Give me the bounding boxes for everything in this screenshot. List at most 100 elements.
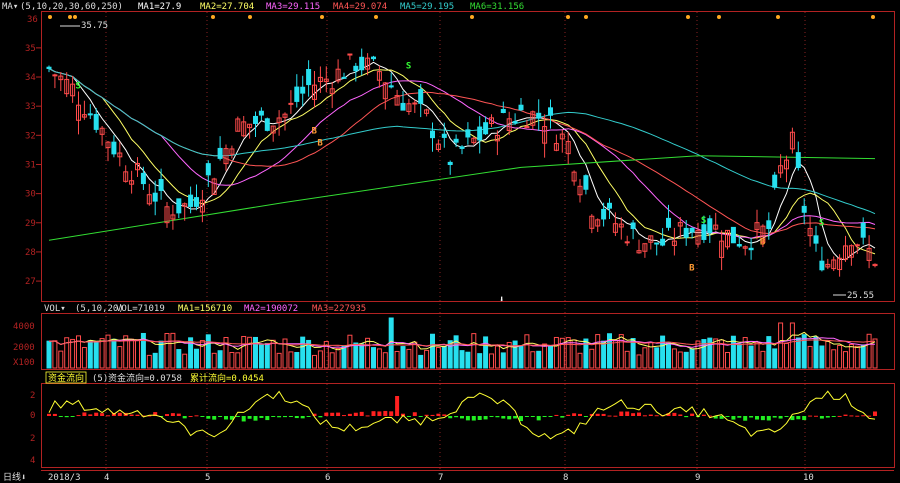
flow-bar: [725, 416, 730, 417]
flow-bar: [212, 416, 217, 420]
event-dot: [584, 15, 588, 19]
volume-y-axis: 4000 2000 X100: [13, 322, 35, 368]
volume-bar: [406, 348, 412, 369]
candle-body: [288, 102, 294, 105]
candle-body: [347, 53, 353, 56]
legend-vol-ma2: MA2=190072: [244, 304, 298, 314]
flow-bar: [235, 416, 240, 417]
candle-body: [158, 179, 164, 191]
volume-bar: [772, 348, 778, 369]
flow-bar: [283, 416, 287, 418]
flow-bar: [873, 411, 877, 416]
period-selector[interactable]: 日线⬇: [3, 471, 26, 483]
volume-bar: [660, 335, 666, 369]
candle-body: [736, 244, 742, 247]
stock-chart-window: MA▾ (5,10,20,30,60,250) MA1=27.9 MA2=27.…: [0, 0, 900, 483]
volume-bar: [117, 346, 123, 369]
flow-bar: [648, 414, 653, 416]
volume-bar: [477, 353, 483, 369]
volume-bar: [441, 345, 447, 369]
candle-body: [93, 113, 99, 130]
flow-bar: [224, 416, 228, 420]
volume-bar: [494, 345, 500, 369]
flow-bar: [513, 416, 518, 419]
chart-canvas[interactable]: MA▾ (5,10,20,30,60,250) MA1=27.9 MA2=27.…: [0, 0, 900, 483]
candle-body: [512, 121, 518, 124]
legend-ma-menu[interactable]: MA▾: [2, 2, 18, 12]
flow-bar: [578, 413, 582, 416]
volume-bar: [671, 348, 677, 369]
flow-bar: [347, 413, 352, 416]
volume-bar: [819, 345, 825, 369]
event-dot: [374, 15, 378, 19]
legend-vol-menu[interactable]: VOL▾: [44, 304, 66, 314]
flow-bar: [837, 415, 842, 417]
volume-bar: [205, 334, 211, 369]
buy-signal: B: [689, 264, 695, 274]
candle-body: [441, 133, 447, 138]
flow-bar: [76, 415, 81, 417]
volume-legend: VOL▾ (5,10,20) VOL=71019 MA1=156710 MA2=…: [44, 304, 366, 314]
event-dot: [48, 15, 52, 19]
volume-bar: [624, 350, 630, 369]
candle-body: [388, 85, 394, 88]
flow-bar: [430, 414, 435, 416]
volume-bar: [825, 340, 831, 369]
flow-bar: [64, 416, 69, 418]
x-tick-label: 2018/3: [48, 473, 81, 483]
flow-bar: [265, 416, 270, 421]
volume-bar: [46, 340, 52, 369]
y-tick-label: 28: [25, 248, 36, 258]
legend-flow-menu[interactable]: 资金流向: [48, 372, 84, 384]
flow-bar: [188, 415, 193, 417]
flow-bar: [672, 412, 677, 416]
high-annotation: 35.75: [60, 21, 108, 31]
volume-bar: [636, 354, 642, 369]
volume-bar: [618, 334, 624, 369]
sell-signal: S: [406, 61, 411, 71]
volume-bar: [223, 337, 229, 369]
volume-bar: [565, 337, 571, 369]
volume-bar: [258, 344, 264, 369]
candle-body: [607, 202, 612, 209]
price-y-axis: 36 35 34 33 32 31 30 29 28 27: [25, 15, 41, 287]
event-dot: [68, 15, 72, 19]
candle-body: [654, 242, 660, 245]
volume-bar: [689, 348, 695, 369]
x-tick-label: 10: [803, 473, 814, 483]
volume-bar: [577, 352, 583, 369]
scroll-arrow-icon[interactable]: ⬇: [499, 295, 504, 305]
flow-bar: [843, 414, 848, 416]
flow-bar: [395, 396, 400, 416]
volume-bar: [483, 336, 489, 369]
flow-bar: [294, 416, 299, 419]
candle-body: [500, 108, 506, 113]
flow-bar: [88, 414, 93, 416]
flow-bar: [548, 416, 553, 417]
candle-body: [730, 226, 736, 244]
legend-ma4: MA4=29.074: [333, 2, 387, 12]
volume-bar: [87, 340, 93, 369]
ma-line: [48, 68, 876, 215]
event-dot: [73, 15, 77, 19]
candle-body: [205, 163, 211, 176]
volume-bar: [93, 342, 99, 369]
flow-bar: [94, 412, 99, 416]
x-tick-label: 8: [563, 473, 568, 483]
volume-bar: [371, 347, 376, 369]
volume-bar: [129, 338, 135, 369]
volume-bar: [725, 351, 730, 369]
legend-flow-cumulative: 累计流向=0.0454: [190, 372, 264, 384]
y-tick-label: 29: [25, 219, 36, 229]
flow-bar: [631, 413, 636, 416]
flow-bar: [330, 412, 335, 416]
candle-body: [418, 89, 424, 104]
volume-bar: [872, 338, 878, 369]
volume-bar: [530, 351, 536, 369]
volume-bar: [359, 343, 365, 369]
flow-bar: [684, 416, 689, 418]
x-tick-label: 6: [325, 473, 330, 483]
event-dot: [470, 15, 474, 19]
volume-bar: [58, 350, 64, 369]
volume-bar: [695, 340, 701, 369]
